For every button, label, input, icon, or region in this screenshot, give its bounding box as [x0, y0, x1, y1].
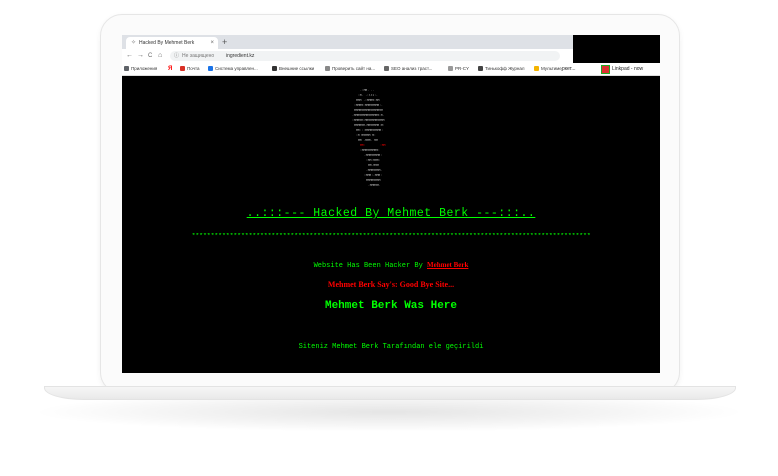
check-icon — [325, 66, 330, 72]
bookmark-mail[interactable]: Почта — [180, 63, 200, 75]
security-text: Не защищено — [182, 53, 215, 59]
yandex-icon: Я — [168, 66, 173, 72]
bookmark-yandex[interactable]: Я — [168, 63, 172, 75]
star-divider: ****************************************… — [191, 233, 591, 241]
tinkoff-icon — [478, 66, 483, 72]
bookmark-seo[interactable]: SEO анализ траст... — [384, 63, 432, 75]
svg-text::MM:MMM:: :MM:MMM: — [366, 159, 381, 162]
hacked-by-text: Website Has Been Hacker By — [313, 262, 423, 270]
svg-text:MMMMMMMM: MMMMMMMM — [366, 179, 381, 182]
bookmark-prcy[interactable]: PR-CY — [448, 63, 469, 75]
svg-text:.MMMMMMMM:: .MMMMMMMM: — [364, 154, 382, 157]
omnibox[interactable]: ⓘ Не защищено ingredient.kz — [170, 51, 560, 61]
system-icon — [208, 66, 213, 72]
home-icon[interactable]: ⌂ — [158, 50, 162, 62]
svg-text::MMMM:MMMMMMMM:.: :MMMM:MMMMMMMM:. — [354, 104, 383, 107]
new-tab-button[interactable]: + — [222, 36, 227, 48]
svg-text:MM:::MMMMMMMMM:: MM:::MMMMMMMMM: — [356, 129, 383, 132]
bookmark-external-links[interactable]: Внешние ссылки — [272, 63, 314, 75]
goodbye-message: Mehmet Berk Say's: Good Bye Site... — [327, 280, 455, 289]
skull-ascii-art-icon: .:MM. .. :M. .:lll:. MMM .:MMMM:MM :MMMM… — [352, 89, 386, 187]
back-icon[interactable]: ← — [126, 50, 133, 62]
links-icon — [272, 66, 277, 72]
svg-text:.MMMMMMM.: .MMMMMMM. — [366, 169, 382, 172]
laptop-screen: ✧ Hacked By Mehmet Berk × + ← → C ⌂ ⓘ Не… — [122, 35, 660, 373]
redaction-box — [573, 35, 660, 63]
svg-text::M MMMMM M:: :M MMMMM M: — [356, 134, 376, 137]
linkpad-icon — [601, 65, 610, 74]
forward-icon[interactable]: → — [137, 50, 144, 62]
tab-title: Hacked By Mehmet Berk — [139, 40, 195, 46]
svg-text:MMMMMMMMMMMMMMMM: MMMMMMMMMMMMMMMM — [354, 109, 383, 112]
bookmark-check-site[interactable]: Проверить сайт на... — [325, 63, 375, 75]
svg-text::MMMMMMMMM:: :MMMMMMMMM: — [360, 149, 380, 152]
svg-text::MM: :MM — [380, 144, 386, 147]
svg-text::MMM:.MMM:: :MMM:.MMM: — [364, 174, 382, 177]
linkpad-label[interactable]: Linkpad - now — [612, 63, 643, 75]
tab-close-icon[interactable]: × — [210, 37, 214, 49]
bookmark-apps[interactable]: Приложения — [124, 63, 157, 75]
laptop-base — [44, 386, 736, 400]
svg-text::MMMMM:MMMMMMMMMMM: :MMMMM:MMMMMMMMMMM — [352, 119, 385, 122]
svg-text:MM.MMM: MM.MMM — [368, 164, 379, 167]
info-icon[interactable]: ⓘ — [174, 51, 179, 61]
svg-text:.:MM. ..: .:MM. .. — [360, 89, 375, 92]
page-heading[interactable]: ..:::--- Hacked By Mehmet Berk ---:::.. — [122, 207, 660, 220]
prcy-icon — [448, 66, 453, 72]
multimedia-icon — [534, 66, 539, 72]
svg-text:MMM .:MMMM:MM: MMM .:MMMM:MM — [356, 99, 380, 102]
svg-text:MMMMMM.MMMMMMM:M:: MMMMMM.MMMMMMM:M: — [354, 124, 385, 127]
reload-icon[interactable]: C — [148, 50, 152, 62]
bookmark-tinkoff[interactable]: Тинькофф Журнал — [478, 63, 525, 75]
hacked-by-line: Website Has Been Hacker By Mehmet Berk — [122, 261, 660, 270]
svg-text:MM .MMM. MM: MM .MMM. MM — [358, 139, 378, 142]
bookmark-system[interactable]: Система управлен... — [208, 63, 258, 75]
browser-tab[interactable]: ✧ Hacked By Mehmet Berk × — [126, 37, 218, 49]
svg-text:MM:: MM: — [360, 144, 366, 147]
linkpad-overlay: ркет... Linkpad - now — [562, 63, 660, 75]
apps-grid-icon — [124, 66, 129, 72]
tab-favicon-icon: ✧ — [131, 40, 137, 46]
url-text[interactable]: ingredient.kz — [226, 51, 254, 61]
was-here-message: Mehmet Berk Was Here — [324, 300, 458, 312]
taken-over-message: Siteniz Mehmet Berk Tarafından ele geçir… — [298, 343, 484, 351]
mail-icon — [180, 66, 185, 72]
partial-text: ркет... — [562, 66, 576, 72]
seo-icon — [384, 66, 389, 72]
svg-text:.MMMMMMMMMMMMMM:M.: .MMMMMMMMMMMMMM:M. — [352, 114, 385, 117]
author-link[interactable]: Mehmet Berk — [427, 261, 468, 269]
svg-text:.MMMMM.: .MMMMM. — [368, 184, 381, 187]
svg-text::M. .:lll:.: :M. .:lll:. — [358, 93, 378, 97]
hacked-page: .:MM. .. :M. .:lll:. MMM .:MMMM:MM :MMMM… — [122, 83, 660, 373]
